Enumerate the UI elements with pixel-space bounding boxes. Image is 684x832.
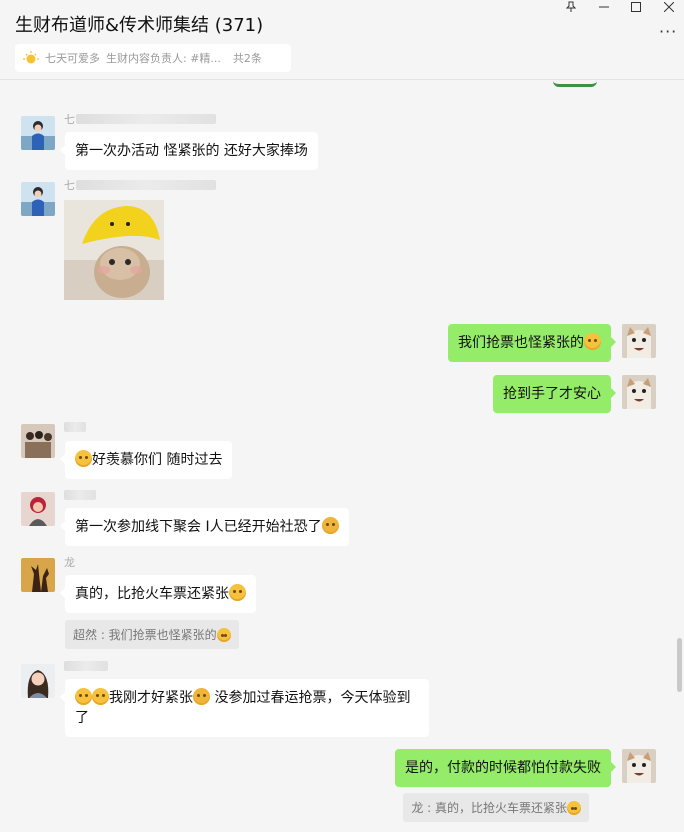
smile-emoji-icon (75, 450, 92, 467)
close-icon[interactable] (655, 0, 683, 14)
quote-text: 龙 : 真的，比抢火车票还紧张 (411, 801, 567, 815)
sun-icon (23, 51, 39, 64)
chat-header: 生财布道师&传术师集结 (371) ··· 七天可爱多 生财内容负责人: #精.… (0, 0, 684, 80)
avatar[interactable] (21, 558, 55, 592)
maximize-icon[interactable] (622, 0, 650, 14)
message-bubble[interactable]: 第一次参加线下聚会 I人已经开始社恐了 (60, 508, 349, 546)
scrollbar-thumb[interactable] (677, 638, 682, 692)
notice-user: 七天可爱多 (45, 52, 100, 65)
my-avatar[interactable] (622, 749, 656, 783)
laugh-cry-emoji-icon (321, 517, 339, 534)
message-list[interactable]: 七 第一次办活动 怪紧张的 还好大家捧场 七 我们抢票也怪紧张的 抢到手了才安心… (0, 81, 684, 832)
sender-name-blur (64, 661, 108, 671)
laugh-cry-emoji-icon (584, 333, 601, 350)
message-bubble[interactable]: 抢到手了才安心 (493, 375, 616, 413)
sender-name-blur (76, 180, 216, 190)
thinking-emoji-icon (92, 688, 109, 705)
message-text: 真的，比抢火车票还紧张 (75, 586, 229, 602)
group-notice-bar[interactable]: 七天可爱多 生财内容负责人: #精... 共2条 (15, 44, 291, 72)
sender-name: 七 (64, 179, 75, 192)
avatar[interactable] (21, 182, 55, 216)
message-text: 好羡慕你们 随时过去 (92, 452, 223, 468)
message-bubble[interactable]: 真的，比抢火车票还紧张 (60, 575, 256, 613)
avatar[interactable] (21, 492, 55, 526)
laugh-cry-emoji-icon (216, 628, 231, 642)
worried-emoji-icon (193, 688, 210, 705)
quote-text: 超然 : 我们抢票也怪紧张的 (73, 628, 217, 642)
message-text-part: 我刚才好紧张 (109, 690, 193, 706)
message-bubble[interactable]: 我刚才好紧张 没参加过春运抢票，今天体验到了 (60, 679, 429, 737)
sender-name: 龙 (64, 556, 75, 569)
sender-name-blur (64, 422, 86, 432)
message-bubble[interactable]: 好羡慕你们 随时过去 (59, 441, 233, 479)
notice-count: 共2条 (232, 52, 262, 65)
quoted-reply[interactable]: 龙 : 真的，比抢火车票还紧张 (403, 793, 589, 822)
message-text: 我们抢票也怪紧张的 (458, 335, 584, 351)
chat-title: 生财布道师&传术师集结 (371) (15, 15, 264, 36)
message-bubble[interactable]: 是的，付款的时候都怕付款失败 (395, 749, 616, 787)
thinking-emoji-icon (75, 688, 92, 705)
minimize-icon[interactable] (590, 0, 618, 14)
quoted-reply[interactable]: 超然 : 我们抢票也怪紧张的 (65, 620, 239, 649)
avatar[interactable] (21, 424, 55, 458)
my-avatar[interactable] (622, 375, 656, 409)
pin-icon[interactable] (557, 0, 585, 14)
sender-name: 七 (64, 113, 75, 126)
sender-name-blur (64, 490, 96, 500)
sticker-fragment (553, 81, 597, 87)
laugh-cry-emoji-icon (567, 801, 581, 815)
notice-text: 生财内容负责人: #精... (106, 52, 221, 65)
message-bubble[interactable]: 第一次办活动 怪紧张的 还好大家捧场 (60, 132, 318, 170)
avatar[interactable] (21, 116, 55, 150)
avatar[interactable] (21, 664, 55, 698)
message-text: 第一次参加线下聚会 I人已经开始社恐了 (75, 519, 322, 535)
my-avatar[interactable] (622, 324, 656, 358)
image-message[interactable] (64, 200, 164, 300)
message-bubble[interactable]: 我们抢票也怪紧张的 (448, 324, 616, 362)
laugh-cry-emoji-icon (229, 584, 246, 601)
more-icon[interactable]: ··· (659, 22, 677, 41)
sender-name-blur (76, 114, 216, 124)
